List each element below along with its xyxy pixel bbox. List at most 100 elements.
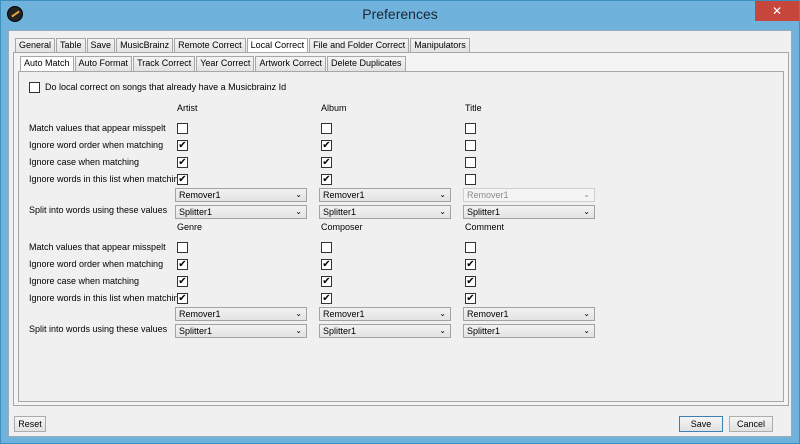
comment-misspelt-checkbox[interactable] (465, 242, 476, 253)
album-case-checkbox[interactable]: ✔ (321, 157, 332, 168)
tab-save[interactable]: Save (86, 38, 116, 53)
subtab-auto-match[interactable]: Auto Match (20, 56, 74, 72)
title-splitter-select[interactable]: Splitter1 ⌄ (463, 205, 595, 219)
composer-misspelt-checkbox[interactable] (321, 242, 332, 253)
select-value: Splitter1 (323, 326, 357, 336)
subtab-delete-duplicates[interactable]: Delete Duplicates (326, 56, 406, 71)
comment-list-checkbox[interactable]: ✔ (465, 293, 476, 304)
select-value: Remover1 (179, 190, 221, 200)
row-label-word-order: Ignore word order when matching (29, 259, 164, 269)
musicbrainz-id-checkbox[interactable] (29, 82, 40, 93)
column-header-artist: Artist (177, 103, 198, 113)
chevron-down-icon: ⌄ (439, 326, 446, 335)
composer-word-order-checkbox[interactable]: ✔ (321, 259, 332, 270)
column-header-comment: Comment (465, 222, 505, 232)
tab-musicbrainz[interactable]: MusicBrainz (116, 38, 174, 53)
genre-list-checkbox[interactable]: ✔ (177, 293, 188, 304)
chevron-down-icon: ⌄ (295, 190, 302, 199)
album-list-checkbox[interactable]: ✔ (321, 174, 332, 185)
sub-tab-bar: Auto Match Auto Format Track Correct Year C… (20, 56, 407, 72)
chevron-down-icon: ⌄ (439, 207, 446, 216)
chevron-down-icon: ⌄ (295, 207, 302, 216)
main-tab-bar: General Table Save MusicBrainz Remote Correc… (15, 38, 471, 54)
row-label-split: Split into words using these values (29, 205, 168, 215)
genre-case-checkbox[interactable]: ✔ (177, 276, 188, 287)
composer-splitter-select[interactable]: Splitter1 ⌄ (319, 324, 451, 338)
select-value: Remover1 (323, 190, 365, 200)
column-header-composer: Composer (321, 222, 363, 232)
select-value: Remover1 (179, 309, 221, 319)
album-splitter-select[interactable]: Splitter1 ⌄ (319, 205, 451, 219)
auto-match-panel: Do local correct on songs that already h… (18, 71, 784, 402)
row-label-list: Ignore words in this list when matching (29, 293, 184, 303)
select-value: Remover1 (323, 309, 365, 319)
artist-case-checkbox[interactable]: ✔ (177, 157, 188, 168)
chevron-down-icon: ⌄ (439, 190, 446, 199)
title-case-checkbox[interactable] (465, 157, 476, 168)
artist-splitter-select[interactable]: Splitter1 ⌄ (175, 205, 307, 219)
genre-remover-select[interactable]: Remover1 ⌄ (175, 307, 307, 321)
select-value: Splitter1 (323, 207, 357, 217)
preferences-window: Preferences ✕ General Table Save MusicBrain… (0, 0, 800, 444)
column-header-genre: Genre (177, 222, 203, 232)
album-word-order-checkbox[interactable]: ✔ (321, 140, 332, 151)
close-button[interactable]: ✕ (755, 1, 799, 21)
artist-misspelt-checkbox[interactable] (177, 123, 188, 134)
subtab-auto-format[interactable]: Auto Format (74, 56, 133, 71)
comment-case-checkbox[interactable]: ✔ (465, 276, 476, 287)
select-value: Splitter1 (179, 207, 213, 217)
select-value: Remover1 (467, 309, 509, 319)
tab-remote-correct[interactable]: Remote Correct (174, 38, 246, 53)
musicbrainz-id-label: Do local correct on songs that already h… (45, 82, 287, 92)
chevron-down-icon: ⌄ (439, 309, 446, 318)
tab-table[interactable]: Table (56, 38, 86, 53)
title-list-checkbox[interactable] (465, 174, 476, 185)
comment-word-order-checkbox[interactable]: ✔ (465, 259, 476, 270)
genre-misspelt-checkbox[interactable] (177, 242, 188, 253)
chevron-down-icon: ⌄ (583, 326, 590, 335)
chevron-down-icon: ⌄ (583, 207, 590, 216)
genre-splitter-select[interactable]: Splitter1 ⌄ (175, 324, 307, 338)
artist-remover-select[interactable]: Remover1 ⌄ (175, 188, 307, 202)
genre-word-order-checkbox[interactable]: ✔ (177, 259, 188, 270)
tab-general[interactable]: General (15, 38, 56, 53)
dialog-client-area: General Table Save MusicBrainz Remote Correc… (8, 30, 792, 437)
chevron-down-icon: ⌄ (295, 326, 302, 335)
window-title: Preferences (362, 6, 438, 22)
select-value: Splitter1 (179, 326, 213, 336)
title-bar[interactable]: Preferences ✕ (1, 1, 799, 29)
select-value: Remover1 (467, 190, 509, 200)
artist-word-order-checkbox[interactable]: ✔ (177, 140, 188, 151)
row-label-word-order: Ignore word order when matching (29, 140, 164, 150)
row-label-case: Ignore case when matching (29, 276, 140, 286)
select-value: Splitter1 (467, 207, 501, 217)
save-button[interactable]: Save (679, 416, 723, 432)
composer-case-checkbox[interactable]: ✔ (321, 276, 332, 287)
album-remover-select[interactable]: Remover1 ⌄ (319, 188, 451, 202)
column-header-title: Title (465, 103, 482, 113)
title-remover-select: Remover1 ⌄ (463, 188, 595, 202)
composer-remover-select[interactable]: Remover1 ⌄ (319, 307, 451, 321)
select-value: Splitter1 (467, 326, 501, 336)
tab-file-and-folder-correct[interactable]: File and Folder Correct (309, 38, 410, 53)
album-misspelt-checkbox[interactable] (321, 123, 332, 134)
row-label-list: Ignore words in this list when matching (29, 174, 184, 184)
column-header-album: Album (321, 103, 347, 113)
composer-list-checkbox[interactable]: ✔ (321, 293, 332, 304)
title-misspelt-checkbox[interactable] (465, 123, 476, 134)
comment-splitter-select[interactable]: Splitter1 ⌄ (463, 324, 595, 338)
comment-remover-select[interactable]: Remover1 ⌄ (463, 307, 595, 321)
artist-list-checkbox[interactable]: ✔ (177, 174, 188, 185)
subtab-year-correct[interactable]: Year Correct (196, 56, 255, 71)
tab-manipulators[interactable]: Manipulators (410, 38, 470, 53)
subtab-artwork-correct[interactable]: Artwork Correct (255, 56, 326, 71)
title-word-order-checkbox[interactable] (465, 140, 476, 151)
subtab-track-correct[interactable]: Track Correct (133, 56, 196, 71)
reset-button[interactable]: Reset (14, 416, 46, 432)
row-label-misspelt: Match values that appear misspelt (29, 242, 166, 252)
row-label-misspelt: Match values that appear misspelt (29, 123, 166, 133)
chevron-down-icon: ⌄ (583, 309, 590, 318)
cancel-button[interactable]: Cancel (729, 416, 773, 432)
chevron-down-icon: ⌄ (295, 309, 302, 318)
local-correct-panel: Auto Match Auto Format Track Correct Year C… (13, 52, 789, 406)
